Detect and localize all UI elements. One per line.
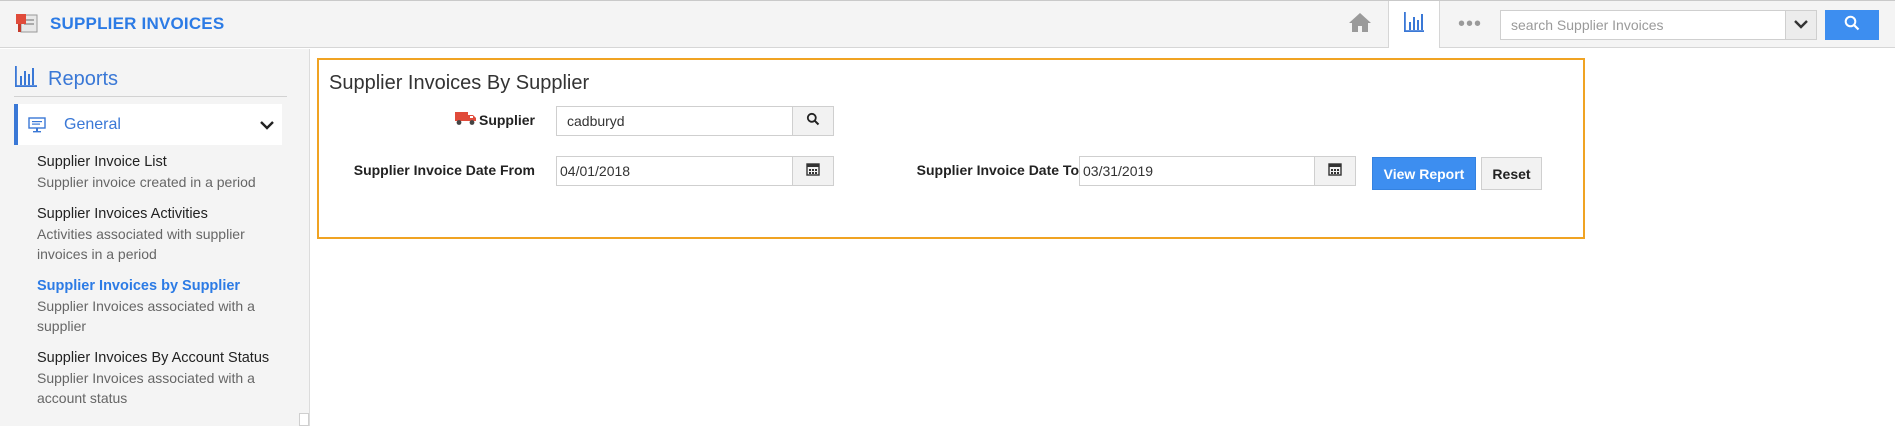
sidebar-item-supplier-invoices-by-account-status[interactable]: Supplier Invoices By Account Status Supp… [37, 348, 287, 408]
report-list: Supplier Invoice List Supplier invoice c… [37, 152, 287, 420]
app-title: SUPPLIER INVOICES [50, 14, 225, 33]
chevron-down-icon[interactable] [252, 120, 282, 130]
date-to-label: Supplier Invoice Date To [916, 162, 1079, 178]
supplier-field [556, 106, 834, 136]
reset-button[interactable]: Reset [1481, 157, 1542, 190]
supplier-invoice-icon [16, 12, 42, 36]
search-input[interactable] [1500, 9, 1785, 40]
calendar-icon [1328, 162, 1342, 181]
global-search [1500, 9, 1879, 40]
date-from-calendar-button[interactable] [792, 156, 834, 186]
reports-header: Reports [14, 63, 287, 97]
sidebar-scrollbar[interactable] [299, 413, 309, 426]
home-button[interactable] [1332, 1, 1388, 48]
report-item-description: Supplier invoice created in a period [37, 174, 256, 190]
date-from-field [556, 156, 834, 186]
report-item-description: Activities associated with supplier invo… [37, 226, 245, 262]
report-item-description: Supplier Invoices associated with a acco… [37, 370, 255, 406]
sidebar-item-supplier-invoices-by-supplier[interactable]: Supplier Invoices by Supplier Supplier I… [37, 276, 287, 336]
view-report-button[interactable]: View Report [1372, 157, 1476, 190]
report-criteria-panel: Supplier Invoices By Supplier Supplier S… [317, 58, 1585, 239]
more-dots-icon: ••• [1457, 13, 1482, 35]
date-from-input[interactable] [556, 156, 792, 186]
app-brand[interactable]: SUPPLIER INVOICES [16, 12, 224, 36]
home-icon [1348, 11, 1372, 38]
sidebar-section-general[interactable]: General [14, 104, 282, 145]
page-title: Supplier Invoices By Supplier [329, 72, 590, 94]
top-bar: SUPPLIER INVOICES ••• search Supplier In… [0, 0, 1895, 48]
report-item-title: Supplier Invoice List [37, 154, 167, 170]
sidebar-section-label: General [64, 115, 121, 133]
report-item-title: Supplier Invoices by Supplier [37, 278, 241, 294]
supplier-input[interactable] [556, 106, 792, 136]
more-button[interactable]: ••• [1440, 1, 1500, 48]
sidebar-item-supplier-invoices-activities[interactable]: Supplier Invoices Activities Activities … [37, 204, 287, 264]
reports-sidebar: Reports General Supplier Invoice List Su… [0, 49, 310, 426]
calendar-icon [806, 162, 820, 181]
date-to-field [1079, 156, 1356, 186]
date-to-calendar-button[interactable] [1314, 156, 1356, 186]
date-from-label: Supplier Invoice Date From [353, 162, 535, 178]
reports-title: Reports [48, 68, 119, 90]
reports-button[interactable] [1388, 1, 1440, 48]
report-item-description: Supplier Invoices associated with a supp… [37, 298, 255, 334]
chevron-down-icon [1794, 16, 1808, 34]
search-dropdown-button[interactable] [1785, 9, 1817, 40]
monitor-icon [28, 116, 46, 133]
report-item-title: Supplier Invoices By Account Status [37, 350, 270, 366]
sidebar-item-supplier-invoice-list[interactable]: Supplier Invoice List Supplier invoice c… [37, 152, 287, 192]
search-icon [806, 112, 820, 131]
search-button[interactable] [1825, 9, 1879, 40]
bar-chart-icon [1402, 10, 1426, 39]
search-icon [1844, 15, 1860, 34]
supplier-label: Supplier [478, 112, 535, 128]
date-to-input[interactable] [1079, 156, 1314, 186]
supplier-lookup-button[interactable] [792, 106, 834, 136]
top-actions: ••• [1332, 1, 1895, 48]
report-item-title: Supplier Invoices Activities [37, 206, 208, 222]
bar-chart-icon [14, 65, 38, 94]
